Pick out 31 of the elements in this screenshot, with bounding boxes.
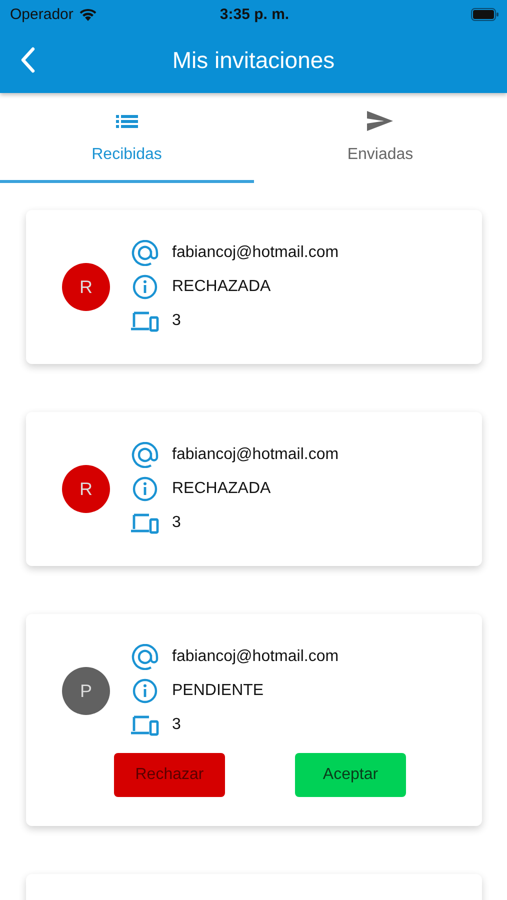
- carrier-name: Operador: [10, 6, 74, 22]
- status-text: PENDIENTE: [172, 682, 264, 700]
- avatar: R: [62, 263, 110, 311]
- status-text: RECHAZADA: [172, 278, 271, 296]
- devices-icon: [130, 512, 160, 534]
- tab[interactable]: Recibidas: [0, 93, 254, 183]
- avatar: R: [62, 465, 110, 513]
- device-count: 3: [172, 514, 181, 532]
- device-count: 3: [172, 716, 181, 734]
- at-sign-icon: [130, 442, 160, 468]
- avatar: P: [62, 667, 110, 715]
- status-text: RECHAZADA: [172, 480, 271, 498]
- devices-icon: [130, 714, 160, 736]
- back-icon[interactable]: [20, 47, 36, 73]
- at-sign-icon: [130, 644, 160, 670]
- info-icon: [130, 678, 160, 704]
- at-sign-icon: [130, 240, 160, 266]
- email-text: fabiancoj@hotmail.com: [172, 446, 339, 464]
- send-icon: [366, 110, 394, 132]
- info-icon: [130, 274, 160, 300]
- email-text: fabiancoj@hotmail.com: [172, 244, 339, 262]
- tab[interactable]: Enviadas: [254, 93, 507, 183]
- battery-icon: [470, 8, 499, 20]
- devices-icon: [130, 310, 160, 332]
- status-time: 3:35 p. m.: [220, 6, 290, 22]
- device-count: 3: [172, 312, 181, 330]
- info-icon: [130, 476, 160, 502]
- email-text: fabiancoj@hotmail.com: [172, 648, 339, 666]
- screen-title: Mis invitaciones: [172, 47, 335, 74]
- accept-button[interactable]: Aceptar: [295, 753, 406, 797]
- wifi-icon: [79, 8, 98, 20]
